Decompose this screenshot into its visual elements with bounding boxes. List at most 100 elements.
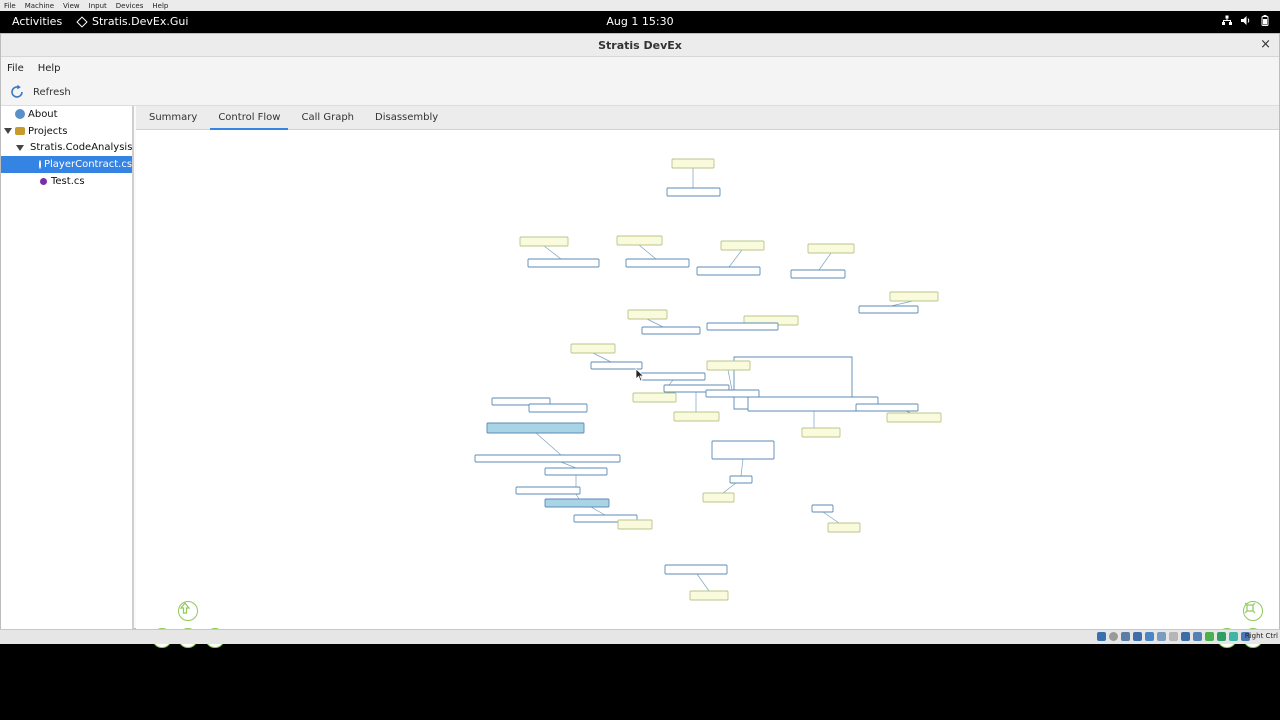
tree-item-label: PlayerContract.cs: [44, 158, 133, 170]
project-tree[interactable]: About Projects Stratis.CodeAnalysis.Cs P…: [1, 106, 134, 629]
graph-edge: [722, 482, 737, 494]
fit-view-icon: [1244, 602, 1256, 614]
control-flow-graph[interactable]: [136, 130, 1279, 629]
fit-view-button[interactable]: [1243, 601, 1263, 621]
audio-icon[interactable]: [1121, 632, 1130, 641]
graph-edge: [638, 244, 657, 260]
graph-node[interactable]: [570, 343, 616, 354]
menu-file[interactable]: File: [7, 63, 24, 74]
graph-node[interactable]: [666, 187, 721, 197]
graph-node[interactable]: [632, 392, 677, 403]
graph-node[interactable]: [641, 326, 701, 335]
keyboard-icon[interactable]: [1229, 632, 1238, 641]
window-title: Stratis DevEx: [598, 39, 682, 52]
usb-icon[interactable]: [1145, 632, 1154, 641]
graph-node[interactable]: [519, 236, 569, 247]
graph-node[interactable]: [811, 504, 834, 513]
projects-icon: [15, 127, 25, 136]
tree-item-label: About: [28, 108, 58, 120]
tab-control-flow[interactable]: Control Flow: [210, 106, 289, 130]
mouse-integration-icon[interactable]: [1217, 632, 1226, 641]
host-menu-input[interactable]: Input: [89, 2, 107, 10]
tree-item-project[interactable]: Stratis.CodeAnalysis.Cs: [1, 139, 132, 156]
graph-node[interactable]: [696, 266, 761, 276]
graph-node[interactable]: [689, 590, 729, 601]
close-button[interactable]: ×: [1260, 37, 1271, 52]
graph-node[interactable]: [617, 519, 653, 530]
optical-icon[interactable]: [1109, 632, 1118, 641]
host-menu-view[interactable]: View: [63, 2, 80, 10]
graph-node[interactable]: [858, 305, 919, 314]
expander-icon[interactable]: [4, 128, 12, 135]
tab-summary[interactable]: Summary: [141, 106, 205, 129]
graph-node[interactable]: [711, 440, 775, 460]
graph-node[interactable]: [515, 486, 581, 495]
tree-item-playercontract[interactable]: PlayerContract.cs: [1, 156, 132, 173]
graph-node[interactable]: [625, 258, 690, 268]
expander-icon[interactable]: [16, 144, 24, 151]
window-titlebar[interactable]: Stratis DevEx ×: [1, 34, 1279, 57]
csharp-file-icon: [39, 159, 41, 169]
graph-edge: [575, 493, 580, 500]
graph-node[interactable]: [702, 492, 735, 503]
host-menu-machine[interactable]: Machine: [25, 2, 54, 10]
hdd-icon[interactable]: [1097, 632, 1106, 641]
tab-call-graph[interactable]: Call Graph: [293, 106, 362, 129]
vm-status-icons[interactable]: [1097, 632, 1250, 641]
graph-edge: [822, 511, 840, 524]
graph-node[interactable]: [706, 360, 751, 371]
graph-node[interactable]: [640, 372, 706, 381]
graph-node[interactable]: [886, 412, 942, 423]
pan-up-button[interactable]: [178, 601, 198, 621]
graph-node[interactable]: [889, 291, 939, 302]
graph-node[interactable]: [673, 411, 720, 422]
graph-node[interactable]: [855, 403, 919, 412]
recording-icon[interactable]: [1181, 632, 1190, 641]
network-adapter-icon[interactable]: [1133, 632, 1142, 641]
tree-item-label: Projects: [28, 125, 68, 137]
network-icon: [1222, 15, 1232, 25]
graph-node[interactable]: [729, 475, 753, 484]
graph-edge: [728, 249, 743, 268]
graph-node[interactable]: [705, 389, 760, 398]
graph-node[interactable]: [720, 240, 765, 251]
graph-node[interactable]: [807, 243, 855, 254]
tab-disassembly[interactable]: Disassembly: [367, 106, 446, 129]
graph-node[interactable]: [544, 498, 610, 508]
graph-node[interactable]: [528, 403, 588, 413]
graph-node[interactable]: [706, 322, 779, 331]
graph-node[interactable]: [671, 158, 715, 169]
graph-edge: [560, 461, 577, 469]
display-icon[interactable]: [1169, 632, 1178, 641]
graph-node[interactable]: [527, 258, 600, 268]
refresh-icon[interactable]: [9, 84, 25, 100]
graph-node[interactable]: [616, 235, 663, 246]
host-key-label: Right Ctrl: [1244, 632, 1278, 640]
host-menu-devices[interactable]: Devices: [116, 2, 144, 10]
clock[interactable]: Aug 1 15:30: [0, 15, 1280, 28]
system-tray[interactable]: [1222, 15, 1270, 26]
graph-node[interactable]: [627, 309, 668, 320]
graph-edge: [668, 379, 674, 386]
toolbar: Refresh: [1, 79, 1279, 106]
graph-node[interactable]: [486, 422, 585, 434]
battery-icon: [1261, 15, 1269, 26]
tree-item-projects[interactable]: Projects: [1, 123, 132, 140]
graph-node[interactable]: [664, 564, 728, 575]
graph-node[interactable]: [474, 454, 621, 463]
menu-help[interactable]: Help: [38, 63, 61, 74]
graph-node[interactable]: [827, 522, 861, 533]
control-flow-canvas[interactable]: [136, 130, 1279, 648]
refresh-button[interactable]: Refresh: [33, 87, 71, 98]
host-menu-help[interactable]: Help: [152, 2, 168, 10]
graph-node[interactable]: [544, 467, 608, 476]
host-menu-file[interactable]: File: [4, 2, 16, 10]
tree-item-about[interactable]: About: [1, 106, 132, 123]
graph-node[interactable]: [790, 269, 846, 279]
cpu-icon[interactable]: [1205, 632, 1214, 641]
graph-edge: [740, 458, 744, 477]
tree-item-test[interactable]: Test.cs: [1, 173, 132, 190]
shared-folder-icon[interactable]: [1157, 632, 1166, 641]
graph-node[interactable]: [801, 427, 841, 438]
clipboard-icon[interactable]: [1193, 632, 1202, 641]
